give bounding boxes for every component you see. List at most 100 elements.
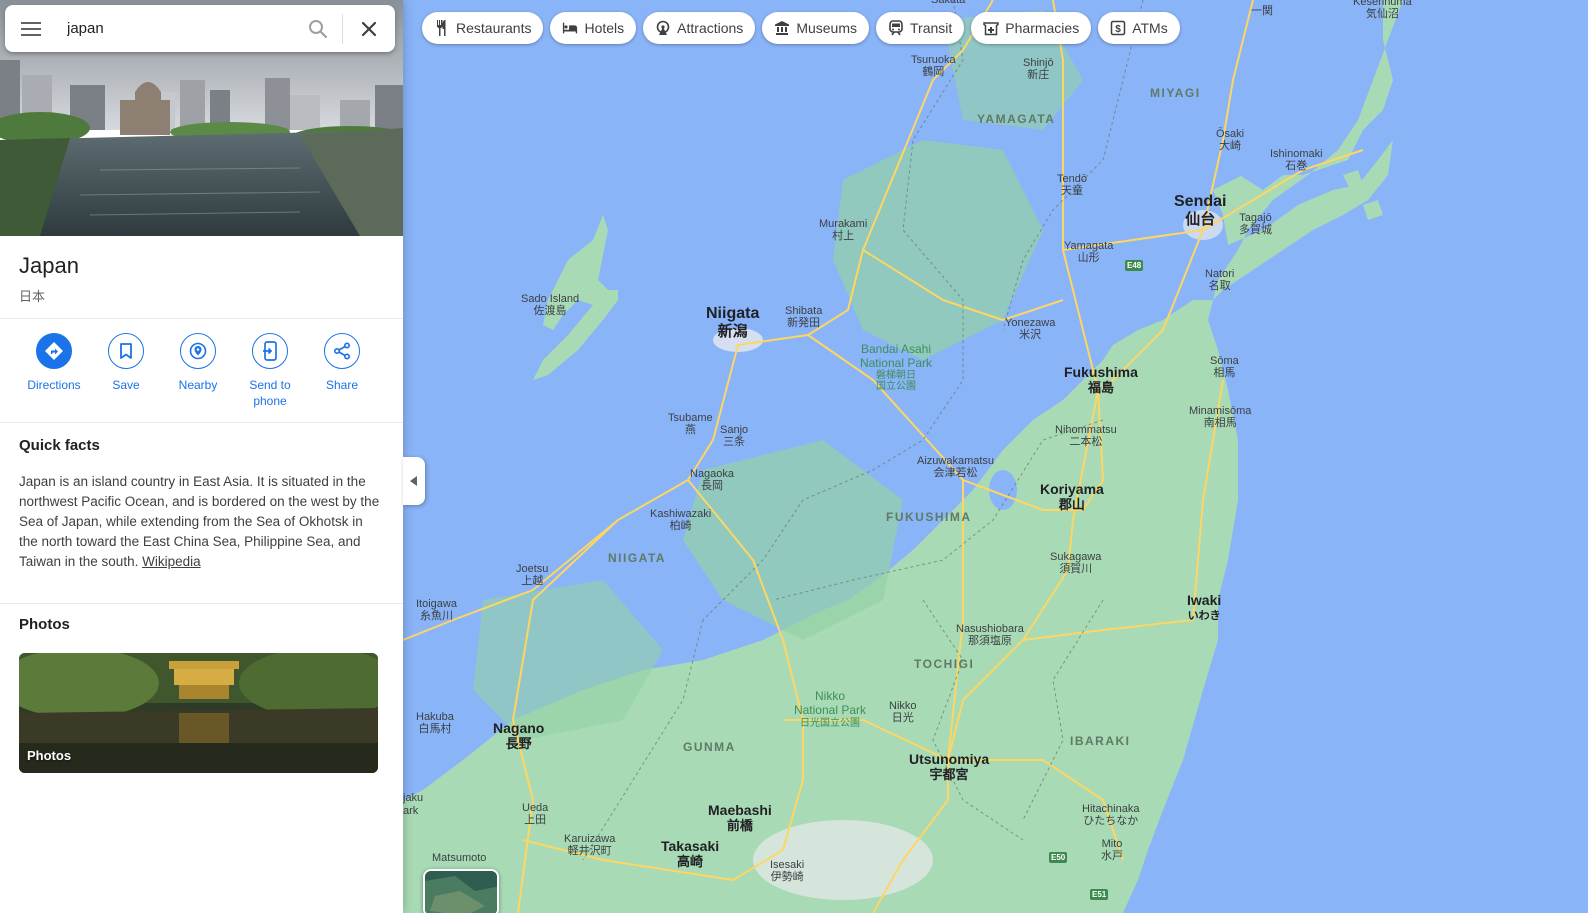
- city-name-en: Yamagata: [1064, 240, 1114, 252]
- divider: [0, 318, 403, 319]
- city-label-minor[interactable]: Kesennuma 気仙沼: [1353, 0, 1412, 20]
- city-label-utsunomiya[interactable]: Utsunomiya 宇都宮: [909, 751, 989, 783]
- photo-golden-pavilion: [19, 653, 378, 773]
- wikipedia-link[interactable]: Wikipedia: [142, 554, 201, 569]
- city-name-ja: 多賀城: [1239, 224, 1272, 236]
- close-icon: [361, 21, 377, 36]
- directions-button[interactable]: Directions: [18, 333, 90, 409]
- chip-pharmacies[interactable]: Pharmacies: [971, 12, 1092, 44]
- city-label-minor[interactable]: Tendō 天童: [1057, 173, 1087, 197]
- layers-toggle-button[interactable]: [423, 869, 499, 913]
- region-label-gunma: GUNMA: [683, 740, 736, 754]
- city-name-en: Tsubame: [668, 412, 713, 424]
- city-label-minor[interactable]: Tagajō 多賀城: [1239, 212, 1272, 236]
- collapse-panel-button[interactable]: [403, 457, 425, 505]
- city-label-minor[interactable]: Tsubame 燕: [668, 412, 713, 436]
- send-to-phone-button[interactable]: Send to phone: [234, 333, 306, 409]
- city-name-ja: 鶴岡: [922, 66, 945, 78]
- city-label-sendai[interactable]: Sendai 仙台: [1174, 193, 1226, 229]
- city-label-minor[interactable]: Natori 名取: [1205, 268, 1234, 292]
- chip-transit[interactable]: Transit: [876, 12, 965, 44]
- city-name-ja: 村上: [832, 230, 855, 242]
- region-label-yamagata: YAMAGATA: [977, 112, 1056, 126]
- city-label-koriyama[interactable]: Koriyama 郡山: [1040, 481, 1104, 513]
- city-label-minor[interactable]: Ishinomaki 石巻: [1270, 148, 1323, 172]
- city-label-minor[interactable]: Murakami 村上: [819, 218, 867, 242]
- chip-attractions[interactable]: Attractions: [643, 12, 756, 44]
- search-button[interactable]: [294, 5, 342, 52]
- city-name-ja: 会津若松: [933, 467, 978, 479]
- nearby-button[interactable]: Nearby: [162, 333, 234, 409]
- city-label-minor[interactable]: Shinjō 新庄: [1023, 57, 1054, 81]
- transit-icon: [888, 20, 904, 36]
- city-name-ja: 相馬: [1213, 367, 1236, 379]
- city-label-minor[interactable]: Aizuwakamatsu 会津若松: [917, 455, 994, 479]
- region-label-ibaraki: IBARAKI: [1070, 734, 1131, 748]
- city-label-minor[interactable]: Mito 水戸: [1101, 838, 1123, 862]
- city-name-ja: 軽井沢町: [567, 845, 612, 857]
- region-label-niigata: NIIGATA: [608, 551, 667, 565]
- city-label-minor[interactable]: Nikko 日光: [889, 700, 917, 724]
- city-label-minor[interactable]: Hakuba 白馬村: [416, 711, 454, 735]
- city-label-minor[interactable]: Joetsu 上越: [516, 563, 548, 587]
- city-label-minor[interactable]: Nagaoka 長岡: [690, 468, 734, 492]
- search-box: [5, 5, 395, 52]
- city-label-minor[interactable]: Hitachinaka ひたちなか: [1082, 803, 1139, 827]
- city-label-minor[interactable]: Tsuruoka 鶴岡: [911, 54, 956, 78]
- city-label-iwaki[interactable]: Iwaki いわき: [1187, 592, 1221, 624]
- share-button[interactable]: Share: [306, 333, 378, 409]
- city-name-ja: 長岡: [701, 480, 724, 492]
- city-label-maebashi[interactable]: Maebashi 前橋: [708, 802, 772, 834]
- save-button[interactable]: Save: [90, 333, 162, 409]
- city-label-minor[interactable]: Nihommatsu 二本松: [1055, 424, 1117, 448]
- chip-museums[interactable]: Museums: [762, 12, 869, 44]
- city-name-ja: 米沢: [1019, 329, 1042, 341]
- chip-hotels[interactable]: Hotels: [550, 12, 637, 44]
- city-label-minor[interactable]: Ōsaki 大崎: [1216, 128, 1244, 152]
- menu-button[interactable]: [5, 5, 57, 52]
- city-label-takasaki[interactable]: Takasaki 高崎: [661, 838, 719, 870]
- clear-search-button[interactable]: [343, 5, 395, 52]
- city-label-minor[interactable]: Sado Island 佐渡島: [521, 293, 579, 317]
- city-label-minor[interactable]: Nasushiobara 那須塩原: [956, 623, 1024, 647]
- city-label-minor[interactable]: Kashiwazaki 柏崎: [650, 508, 711, 532]
- map-canvas[interactable]: YAMAGATA MIYAGI NIIGATA FUKUSHIMA TOCHIG…: [403, 0, 1588, 913]
- map-graphics: [403, 0, 1588, 913]
- city-label-nagano[interactable]: Nagano 長野: [493, 720, 544, 752]
- city-label-minor[interactable]: Yonezawa 米沢: [1005, 317, 1055, 341]
- bookmark-icon: [120, 343, 132, 359]
- hamburger-menu-icon: [21, 21, 41, 36]
- city-label-minor[interactable]: Karuizawa 軽井沢町: [564, 833, 615, 857]
- search-input[interactable]: [57, 5, 294, 52]
- city-name-ja: 水戸: [1101, 850, 1123, 862]
- city-name-en: Joetsu: [516, 563, 549, 575]
- city-label-minor[interactable]: Yamagata 山形: [1064, 240, 1113, 264]
- place-title: Japan: [19, 253, 79, 278]
- city-label-fukushima[interactable]: Fukushima 福島: [1064, 364, 1138, 396]
- city-name-en: Shinjō: [1023, 57, 1054, 69]
- city-name-en: Sado Island: [521, 293, 580, 305]
- city-label-niigata[interactable]: Niigata 新潟: [706, 305, 759, 341]
- city-label-minor[interactable]: Ueda 上田: [522, 802, 548, 826]
- city-label-minor[interactable]: Sanjo 三条: [720, 424, 748, 448]
- satellite-thumbnail: [425, 871, 497, 913]
- city-label-minor[interactable]: Isesaki 伊勢崎: [770, 859, 804, 883]
- city-name-ja: 名取: [1208, 280, 1231, 292]
- city-name-ja: 南相馬: [1203, 417, 1237, 429]
- city-name-ja: 柏崎: [669, 520, 692, 532]
- city-label-minor[interactable]: Sakata: [931, 0, 965, 6]
- chip-restaurants[interactable]: Restaurants: [422, 12, 544, 44]
- chip-label: Restaurants: [456, 20, 532, 36]
- city-label-minor[interactable]: Sukagawa 須賀川: [1050, 551, 1101, 575]
- chip-label: Attractions: [677, 20, 744, 36]
- city-name-en: Shibata: [785, 305, 823, 317]
- photos-tile-label: Photos: [27, 748, 72, 763]
- share-button-circle: [324, 333, 360, 369]
- city-label-minor[interactable]: Shibata 新発田: [785, 305, 822, 329]
- city-label-minor[interactable]: Itoigawa 糸魚川: [416, 598, 457, 622]
- city-label-minor[interactable]: Minamisōma 南相馬: [1189, 405, 1251, 429]
- chip-atms[interactable]: $ ATMs: [1098, 12, 1180, 44]
- photos-tile[interactable]: Photos: [19, 653, 378, 773]
- city-label-minor[interactable]: Matsumoto: [432, 852, 486, 864]
- city-label-minor[interactable]: Sōma 相馬: [1210, 355, 1239, 379]
